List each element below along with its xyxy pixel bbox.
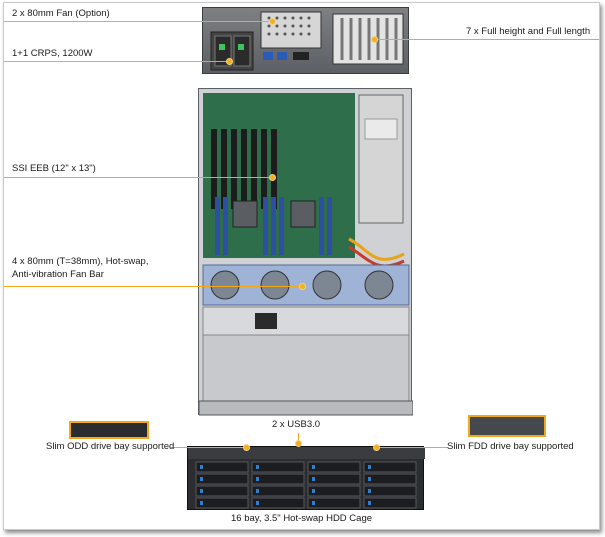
hdd-cage-front [187, 446, 425, 510]
callout-dot-psu [226, 58, 233, 65]
callout-dot-fdd [373, 444, 380, 451]
slim-fdd-image [468, 415, 546, 437]
label-board: SSI EEB (12" x 13") [12, 163, 96, 174]
callout-line-fan-option [4, 21, 272, 22]
callout-dot-slots [371, 36, 378, 43]
callout-dot-odd [243, 444, 250, 451]
chassis-rear-view [202, 7, 409, 74]
callout-line-fdd [376, 447, 448, 448]
label-usb: 2 x USB3.0 [272, 419, 321, 430]
hdd-bays-graphic [188, 447, 425, 509]
label-fans-line2: Anti-vibration Fan Bar [12, 269, 104, 280]
callout-dot-board [269, 174, 276, 181]
callout-dot-fans [299, 283, 306, 290]
callout-line-slots [374, 39, 599, 40]
label-fdd: Slim FDD drive bay supported [447, 441, 574, 452]
label-fans-line1: 4 x 80mm (T=38mm), Hot-swap, [12, 256, 149, 267]
callout-line-fans [4, 286, 302, 287]
label-slots: 7 x Full height and Full length [466, 26, 591, 37]
label-psu: 1+1 CRPS, 1200W [12, 48, 93, 59]
label-hdd: 16 bay, 3.5" Hot-swap HDD Cage [231, 513, 373, 524]
chassis-top-view [198, 88, 414, 416]
figure-frame: 2 x 80mm Fan (Option) 7 x Full height an… [3, 2, 600, 530]
label-odd: Slim ODD drive bay supported [46, 441, 175, 452]
callout-dot-usb [295, 440, 302, 447]
rear-panel-graphic [210, 11, 404, 71]
internal-layout-graphic [198, 93, 414, 416]
callout-line-psu [4, 61, 229, 62]
callout-line-odd [170, 447, 246, 448]
callout-line-board [4, 177, 272, 178]
label-fan-option: 2 x 80mm Fan (Option) [12, 8, 110, 19]
slim-odd-image [69, 421, 149, 439]
callout-dot-fan-option [269, 18, 276, 25]
